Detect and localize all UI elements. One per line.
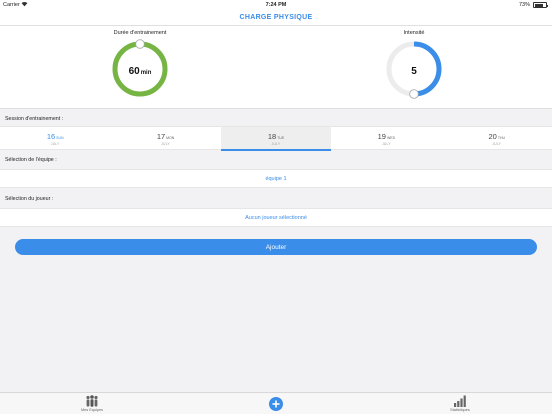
date-option[interactable]: 16SUN JULY [0,127,110,151]
intensity-slider-handle[interactable] [409,89,419,99]
date-option[interactable]: 18TUE JULY [220,127,332,151]
date-day: 17 [156,132,166,141]
tab-statistics-label: Statistiques [450,408,470,412]
date-option[interactable]: 17MON JULY [110,127,220,151]
duration-unit: min [140,70,152,76]
team-selected-value: équipe 1 [265,176,287,182]
team-selector[interactable]: équipe 1 [0,169,552,188]
team-section-label: Sélection de l'équipe : [5,157,57,163]
date-weekday: MON [166,136,175,140]
date-option[interactable]: 19WED JULY [331,127,441,151]
tab-add[interactable] [262,393,290,414]
status-bar: Carrier 7:24 PM 73% [0,0,552,10]
page-title: CHARGE PHYSIQUE [239,14,313,21]
bar-chart-icon [454,395,466,407]
intensity-value: 5 [411,66,417,77]
date-day: 16 [46,132,56,141]
gauges-panel: Durée d'entrainement 60min Intensité 5 [0,26,552,109]
battery-icon [533,2,548,8]
player-selected-value: Aucun joueur sélectionné [245,215,307,221]
plus-circle-icon [269,397,283,411]
clock: 7:24 PM [265,2,287,8]
date-month: JULY [50,142,60,146]
date-option[interactable]: 20THU JULY [442,127,552,151]
date-weekday: TUE [277,136,285,140]
date-day: 20 [488,132,497,141]
date-weekday: SUN [56,136,64,140]
date-month: JULY [271,142,281,146]
navigation-bar: CHARGE PHYSIQUE [0,10,552,26]
player-section-label: Sélection du joueur : [5,196,54,202]
duration-value: 60min [128,66,152,77]
date-month: JULY [382,142,391,146]
intensity-gauge: Intensité 5 [349,26,479,109]
intensity-label: Intensité [403,30,425,36]
duration-label: Durée d'entrainement [113,30,167,36]
duration-gauge: Durée d'entrainement 60min [75,26,205,109]
date-picker: 16SUN JULY 17MON JULY 18TUE JULY 19WED J… [0,126,552,151]
team-icon [86,395,98,407]
date-month: JULY [161,142,170,146]
date-day: 19 [377,132,386,141]
tab-my-teams-label: Mes Equipes [81,408,103,412]
add-button[interactable]: Ajouter [15,239,537,255]
date-weekday: WED [386,136,396,140]
tab-statistics[interactable]: Statistiques [440,393,480,414]
session-label: Session d'entrainement : [5,116,64,122]
date-day: 18 [267,132,277,141]
date-month: JULY [492,142,502,146]
battery-percent: 73% [518,2,530,8]
battery-level [534,3,544,7]
date-weekday: THU [497,136,506,140]
tab-my-teams[interactable]: Mes Equipes [72,393,112,414]
tab-bar: Mes Equipes Statistiques [0,392,552,414]
player-selector[interactable]: Aucun joueur sélectionné [0,208,552,227]
duration-slider-handle[interactable] [135,39,145,49]
